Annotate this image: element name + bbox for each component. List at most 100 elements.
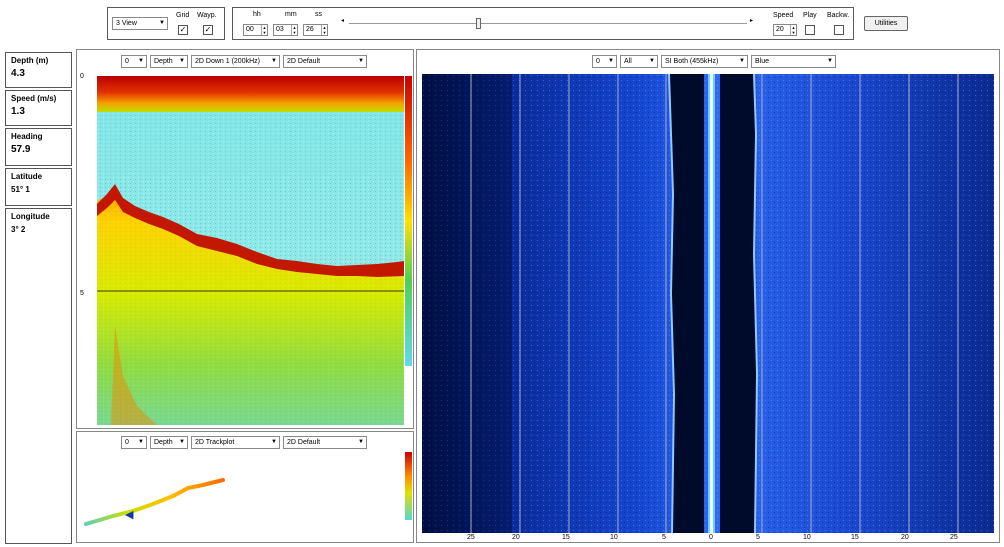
chevron-down-icon: ▼	[179, 439, 185, 445]
stat-label: Speed (m/s)	[11, 94, 57, 103]
utilities-button[interactable]: Utilities	[864, 16, 908, 31]
grid-checkbox[interactable]: ✓	[178, 25, 188, 35]
speed-value: 20	[776, 26, 784, 33]
spin-arrows-icon[interactable]: ▲ ▼	[321, 25, 327, 35]
chevron-down-icon: ▼	[608, 58, 614, 64]
range-tick: 25	[950, 534, 958, 541]
range-tick: 20	[512, 534, 520, 541]
stat-label: Longitude	[11, 212, 50, 221]
side-source-select[interactable]: SI Both (455kHz) ▼	[661, 55, 748, 68]
stat-speed: Speed (m/s) 1.3	[5, 90, 72, 126]
track-channel-select[interactable]: 0 ▼	[121, 436, 147, 449]
down-color-scale	[405, 76, 412, 366]
range-tick: 0	[709, 534, 713, 541]
stat-depth: Depth (m) 4.3	[5, 52, 72, 88]
range-tick: 25	[467, 534, 475, 541]
side-scope-select[interactable]: All ▼	[620, 55, 658, 68]
chevron-down-icon: ▼	[358, 439, 364, 445]
side-sonar-image	[422, 74, 994, 533]
spin-arrows-icon[interactable]: ▲ ▼	[261, 25, 267, 35]
view-select[interactable]: 3 View ▼	[112, 17, 168, 30]
down-imaging-panel: 0 ▼ Depth ▼ 2D Down 1 (200kHz) ▼ 2D Default…	[76, 49, 414, 429]
view-options-group: 3 View ▼ Grid ✓ Wayp. ✓	[107, 7, 225, 40]
range-tick: 15	[851, 534, 859, 541]
slider-left-arrow-icon[interactable]: ◂	[341, 17, 344, 24]
down-sonar-image	[97, 76, 404, 425]
stat-longitude: Longitude 3° 2	[5, 208, 72, 544]
playback-group: hh mm ss 00 ▲ ▼ 03 ▲ ▼ 26 ▲ ▼ ◂ ▸ Speed 20 ▲ ▼ P…	[232, 7, 854, 40]
chevron-down-icon: ▼	[358, 58, 364, 64]
side-channel-value: 0	[596, 58, 600, 65]
stats-sidebar: Depth (m) 4.3 Speed (m/s) 1.3 Heading 57.9 …	[0, 48, 76, 547]
hh-stepper[interactable]: 00 ▲ ▼	[243, 24, 268, 36]
track-channel-value: 0	[125, 439, 129, 446]
down-channel-select[interactable]: 0 ▼	[121, 55, 147, 68]
speed-label: Speed	[773, 12, 794, 19]
down-source-value: 2D Down 1 (200kHz)	[195, 58, 260, 65]
spin-arrows-icon[interactable]: ▲ ▼	[790, 25, 796, 35]
mm-value: 03	[276, 26, 284, 33]
down-channel-value: 0	[125, 58, 129, 65]
backw-checkbox[interactable]	[834, 25, 844, 35]
stat-label: Heading	[11, 132, 43, 141]
stat-label: Latitude	[11, 172, 43, 181]
stat-value: 4.3	[11, 68, 25, 79]
chevron-down-icon: ▼	[739, 58, 745, 64]
side-source-value: SI Both (455kHz)	[665, 58, 719, 65]
stat-heading: Heading 57.9	[5, 128, 72, 166]
timeline-track[interactable]	[349, 23, 747, 24]
down-palette-select[interactable]: 2D Default ▼	[283, 55, 367, 68]
range-tick: 5	[756, 534, 760, 541]
hh-value: 00	[246, 26, 254, 33]
wayp-label: Wayp.	[197, 12, 217, 19]
track-source-value: 2D Trackplot	[195, 439, 235, 446]
mm-stepper[interactable]: 03 ▲ ▼	[273, 24, 298, 36]
chevron-down-icon: ▼	[649, 58, 655, 64]
mm-label: mm	[285, 11, 297, 18]
side-palette-value: Blue	[755, 58, 770, 65]
trackplot-panel: 0 ▼ Depth ▼ 2D Trackplot ▼ 2D Default ▼ ◀	[76, 431, 414, 543]
play-label: Play	[803, 12, 817, 19]
down-source-select[interactable]: 2D Down 1 (200kHz) ▼	[191, 55, 280, 68]
track-source-select[interactable]: 2D Trackplot ▼	[191, 436, 280, 449]
stat-latitude: Latitude 51° 1	[5, 168, 72, 206]
boat-position-icon: ◀	[125, 509, 134, 521]
track-mode-select[interactable]: Depth ▼	[150, 436, 188, 449]
timeline-thumb[interactable]	[476, 18, 481, 29]
side-channel-select[interactable]: 0 ▼	[592, 55, 617, 68]
play-checkbox[interactable]	[805, 25, 815, 35]
depth-tick-0: 0	[80, 73, 84, 80]
spin-arrows-icon[interactable]: ▲ ▼	[291, 25, 297, 35]
backw-label: Backw.	[827, 12, 850, 19]
track-mode-value: Depth	[154, 439, 173, 446]
chevron-down-icon: ▼	[159, 20, 165, 26]
range-tick: 5	[662, 534, 666, 541]
side-palette-select[interactable]: Blue ▼	[751, 55, 836, 68]
slider-right-arrow-icon[interactable]: ▸	[750, 17, 753, 24]
grid-label: Grid	[176, 12, 190, 19]
down-mode-select[interactable]: Depth ▼	[150, 55, 188, 68]
chevron-down-icon: ▼	[138, 439, 144, 445]
speed-stepper[interactable]: 20 ▲ ▼	[773, 24, 797, 36]
track-palette-value: 2D Default	[287, 439, 321, 446]
stat-value: 1.3	[11, 106, 25, 117]
view-select-value: 3 View	[116, 20, 137, 27]
ss-label: ss	[315, 11, 322, 18]
range-tick: 10	[803, 534, 811, 541]
range-tick: 10	[610, 534, 618, 541]
chevron-down-icon: ▼	[271, 58, 277, 64]
side-scope-value: All	[624, 58, 632, 65]
range-tick: 20	[901, 534, 909, 541]
ss-stepper[interactable]: 26 ▲ ▼	[303, 24, 328, 36]
wayp-checkbox[interactable]: ✓	[203, 25, 213, 35]
stat-value: 3° 2	[11, 225, 26, 234]
ss-value: 26	[306, 26, 314, 33]
stat-value: 57.9	[11, 144, 31, 155]
stat-value: 51° 1	[11, 185, 30, 194]
trackplot-line	[84, 478, 225, 526]
down-mode-value: Depth	[154, 58, 173, 65]
range-tick: 15	[562, 534, 570, 541]
track-palette-select[interactable]: 2D Default ▼	[283, 436, 367, 449]
hh-label: hh	[253, 11, 261, 18]
chevron-down-icon: ▼	[179, 58, 185, 64]
